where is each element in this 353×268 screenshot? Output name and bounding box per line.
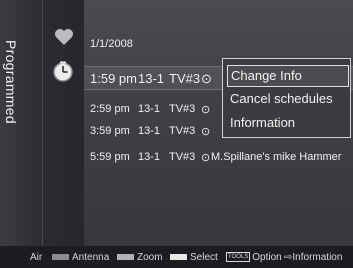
antenna-key-icon <box>52 254 69 261</box>
menu-item-information[interactable]: Information <box>227 113 347 133</box>
row-time: 3:59 pm <box>90 125 130 137</box>
menu-item-change-info[interactable]: Change Info <box>227 65 349 87</box>
select-key-icon <box>170 254 187 261</box>
timer-icon: ⊙ <box>201 126 211 138</box>
zoom-key-icon <box>117 254 134 261</box>
scheduled-list-screen: Programmed 1/1/2008 1:59 pm 13-1 TV#3 ⊙ … <box>0 0 353 268</box>
row-channel-name: TV#3 <box>169 71 201 86</box>
footer-source: Air <box>30 252 43 263</box>
row-channel: 13-1 <box>138 125 161 137</box>
timer-icon: ⊙ <box>201 152 211 164</box>
menu-item-cancel-schedules[interactable]: Cancel schedules <box>227 89 347 109</box>
options-popup-menu: Change Info Cancel schedules Information <box>222 58 351 138</box>
footer-tools-key[interactable]: TOOLS Option <box>226 252 282 263</box>
row-channel: 13-1 <box>138 151 161 163</box>
heart-icon[interactable] <box>54 28 74 46</box>
row-channel: 13-1 <box>138 71 165 86</box>
sidebar-title: Programmed <box>3 40 19 124</box>
row-channel: 13-1 <box>138 103 161 115</box>
row-channel-name: TV#3 <box>169 125 196 137</box>
row-time: 1:59 pm <box>90 71 137 86</box>
footer-zoom-key[interactable]: Zoom <box>117 252 163 263</box>
footer-info-key[interactable]: ⇨Information <box>284 252 342 263</box>
row-channel-name: TV#3 <box>169 103 196 115</box>
footer-zoom-label: Zoom <box>137 252 163 263</box>
footer-antenna-key[interactable]: Antenna <box>52 252 109 263</box>
clock-icon[interactable] <box>52 61 74 83</box>
row-program-title: M.Spillane's mike Hammer <box>211 151 342 163</box>
footer-antenna-label: Antenna <box>72 252 110 263</box>
tools-key-icon: TOOLS <box>226 252 251 263</box>
timer-icon: ⊙ <box>201 71 212 86</box>
row-time: 2:59 pm <box>90 103 130 115</box>
footer-help-bar: Air Antenna Zoom Select TOOLS Option ⇨Inf… <box>0 246 353 268</box>
schedule-date: 1/1/2008 <box>90 38 133 50</box>
row-channel-name: TV#3 <box>169 151 196 163</box>
icon-column <box>42 0 85 246</box>
footer-information-label: Information <box>292 252 343 263</box>
row-time: 5:59 pm <box>90 151 130 163</box>
sidebar: Programmed <box>0 0 42 246</box>
footer-select-label: Select <box>190 252 218 263</box>
schedule-row[interactable]: 5:59 pm 13-1 TV#3 ⊙ M.Spillane's mike Ha… <box>84 146 353 168</box>
footer-select-key[interactable]: Select <box>170 252 218 263</box>
footer-option-label: Option <box>252 252 282 263</box>
timer-icon: ⊙ <box>201 104 211 116</box>
